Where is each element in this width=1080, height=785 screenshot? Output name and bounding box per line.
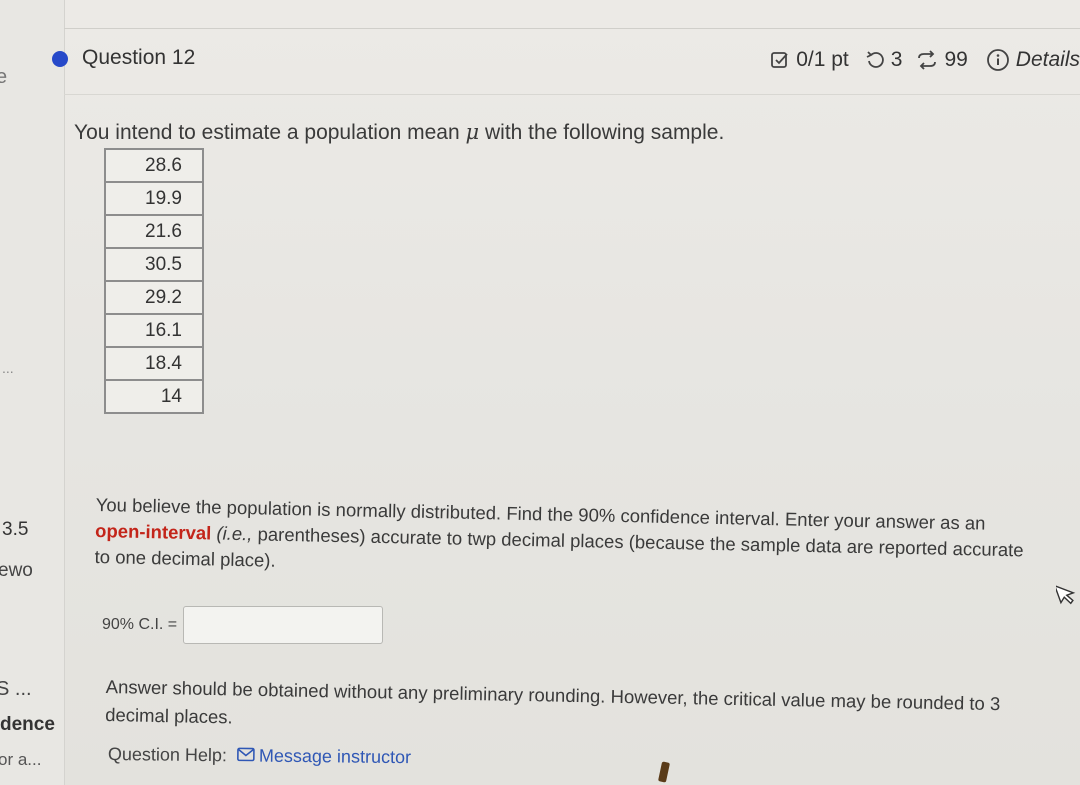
table-row: 29.2	[104, 280, 204, 315]
header-divider	[64, 94, 1080, 95]
pen-tip-mark	[658, 761, 670, 783]
info-icon[interactable]	[986, 48, 1010, 72]
table-cell: 14	[104, 379, 204, 414]
page: e ... 3.5 ewo S ... dence or a... Questi…	[0, 0, 1080, 785]
instructions-text: You believe the population is normally d…	[94, 492, 1035, 590]
rounding-note: Answer should be obtained without any pr…	[105, 675, 1001, 728]
details-link[interactable]: Details	[1016, 48, 1080, 72]
table-cell: 21.6	[104, 214, 204, 249]
sidebar-fragment: e	[0, 66, 8, 88]
question-header: Question 12 0/1 pt 3 99 Details	[52, 44, 1080, 80]
sample-data-table: 28.6 19.9 21.6 30.5 29.2 16.1 18.4 14	[104, 148, 204, 414]
prompt-text: with the following sample.	[479, 121, 725, 144]
table-row: 16.1	[104, 313, 204, 348]
help-label: Question Help:	[107, 744, 228, 766]
table-cell: 18.4	[104, 346, 204, 381]
ie-text: (i.e.,	[216, 522, 253, 545]
table-row: 19.9	[104, 181, 204, 216]
table-row: 18.4	[104, 346, 204, 381]
retry-icon	[865, 50, 885, 70]
table-row: 14	[104, 379, 204, 414]
card-top-border	[64, 28, 1080, 29]
table-cell: 28.6	[104, 148, 204, 183]
mail-icon	[237, 745, 255, 766]
prompt-text: You intend to estimate a population mean	[74, 121, 466, 144]
status-dot	[52, 51, 68, 67]
mouse-cursor-icon	[1053, 580, 1078, 611]
table-cell: 19.9	[104, 181, 204, 216]
question-help: Question Help: Message instructor	[108, 744, 411, 768]
checkbox-icon	[770, 50, 790, 70]
sidebar-fragment[interactable]: ...	[2, 360, 14, 376]
question-meta: 0/1 pt 3 99 Details	[770, 48, 1080, 72]
mu-symbol: μ	[465, 120, 480, 144]
table-cell: 16.1	[104, 313, 204, 348]
message-link-label: Message instructor	[258, 745, 412, 768]
question-prompt: You intend to estimate a population mean…	[74, 120, 724, 145]
left-sidebar: e ... 3.5 ewo S ... dence or a...	[0, 0, 65, 785]
points-value: 0/1 pt	[796, 48, 849, 71]
table-cell: 29.2	[104, 280, 204, 315]
ci-answer-input[interactable]	[183, 606, 384, 644]
sidebar-fragment: dence	[0, 714, 55, 735]
message-instructor-link[interactable]: Message instructor	[237, 745, 411, 768]
resubmit-icon	[916, 50, 938, 70]
question-title: Question 12	[82, 46, 196, 69]
ci-label: 90% C.I. =	[102, 616, 178, 633]
sidebar-fragment[interactable]: S ...	[0, 678, 32, 701]
sidebar-fragment: ewo	[0, 560, 33, 581]
sidebar-fragment: 3.5	[2, 519, 29, 540]
open-interval-emphasis: open-interval	[94, 519, 212, 544]
sidebar-fragment[interactable]: or a...	[0, 750, 41, 770]
table-row: 30.5	[104, 247, 204, 282]
submissions-count: 99	[944, 48, 968, 71]
ci-answer-row: 90% C.I. =	[102, 606, 384, 644]
table-row: 28.6	[104, 148, 204, 183]
tries-count: 3	[890, 48, 903, 71]
table-cell: 30.5	[104, 247, 204, 282]
table-row: 21.6	[104, 214, 204, 249]
